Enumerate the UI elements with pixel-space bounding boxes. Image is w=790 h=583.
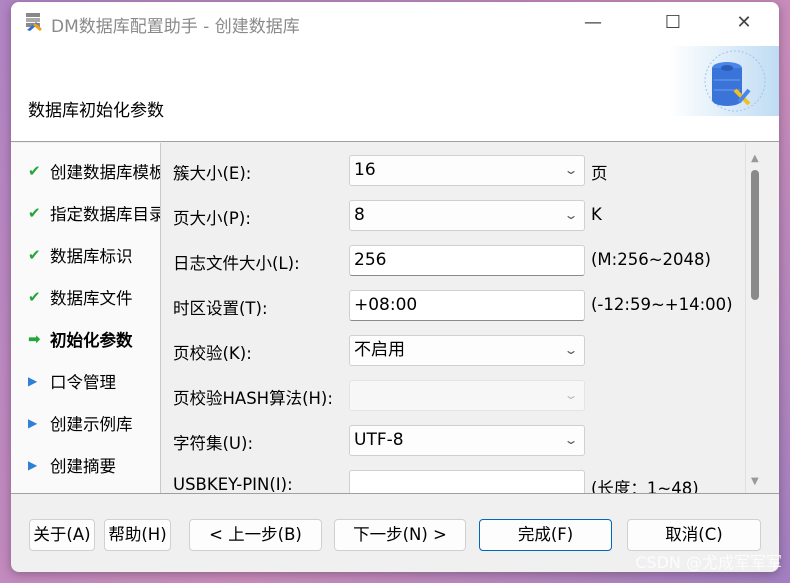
field-label: 页校验HASH算法(H): xyxy=(173,389,333,408)
dialog-window: DM数据库配置助手 - 创建数据库 — ☐ ✕ 数据库初始化参数 ✔ 创建数据库模… xyxy=(11,2,779,572)
hash-algo-select: ⌄ xyxy=(349,380,585,411)
page-size-row: 页大小(P): 8 ⌄ K xyxy=(161,200,745,231)
field-value: 16 xyxy=(354,160,376,180)
step-label: 数据库标识 xyxy=(50,247,133,266)
cluster-size-select[interactable]: 16 ⌄ xyxy=(349,155,585,186)
close-button[interactable]: ✕ xyxy=(729,10,759,36)
header: 数据库初始化参数 xyxy=(11,44,779,142)
step-password: ▶ 口令管理 xyxy=(28,369,116,393)
page-check-row: 页校验(K): 不启用 ⌄ xyxy=(161,335,745,366)
chevron-down-icon: ⌄ xyxy=(563,163,579,177)
check-icon: ✔ xyxy=(28,162,41,180)
cancel-button[interactable]: 取消(C) xyxy=(627,519,761,551)
minimize-button[interactable]: — xyxy=(578,10,608,36)
step-label: 指定数据库目录 xyxy=(50,205,161,224)
step-label: 初始化参数 xyxy=(50,331,133,350)
triangle-right-icon: ▶ xyxy=(28,416,38,430)
step-db-directory: ✔ 指定数据库目录 xyxy=(28,201,161,225)
timezone-row: 时区设置(T): +08:00 (-12:59~+14:00) xyxy=(161,290,745,321)
field-label: 页校验(K): xyxy=(173,344,252,363)
window-title: DM数据库配置助手 - 创建数据库 xyxy=(51,17,300,37)
app-icon xyxy=(26,13,42,32)
field-label: 时区设置(T): xyxy=(173,299,268,318)
chevron-down-icon: ⌄ xyxy=(563,343,579,357)
maximize-button[interactable]: ☐ xyxy=(658,10,688,36)
step-label: 口令管理 xyxy=(50,373,116,392)
field-label: 日志文件大小(L): xyxy=(173,254,300,273)
scroll-up-icon[interactable]: ▲ xyxy=(751,153,759,164)
field-label: 簇大小(E): xyxy=(173,164,252,183)
hash-algo-row: 页校验HASH算法(H): ⌄ xyxy=(161,380,745,411)
params-form: 簇大小(E): 16 ⌄ 页 页大小(P): 8 ⌄ K 日志文件大小(L): 256 (M:2… xyxy=(161,143,745,493)
step-label: 创建示例库 xyxy=(50,415,133,434)
step-init-params: ➡ 初始化参数 xyxy=(28,327,133,351)
watermark: CSDN @尤成军军军 xyxy=(635,553,782,572)
triangle-right-icon: ▶ xyxy=(28,458,38,472)
chevron-down-icon: ⌄ xyxy=(563,208,579,222)
prev-button[interactable]: < 上一步(B) xyxy=(189,519,322,551)
page-title: 数据库初始化参数 xyxy=(28,101,164,121)
arrow-right-icon: ➡ xyxy=(28,330,41,348)
check-icon: ✔ xyxy=(28,204,41,222)
scrollbar-thumb[interactable] xyxy=(751,170,759,300)
step-db-identity: ✔ 数据库标识 xyxy=(28,243,133,267)
check-icon: ✔ xyxy=(28,246,41,264)
field-label: 页大小(P): xyxy=(173,209,251,228)
scroll-down-icon[interactable]: ▼ xyxy=(751,476,759,487)
vertical-scrollbar[interactable]: ▲ ▼ xyxy=(745,143,765,493)
field-unit: (长度：1~48) xyxy=(591,479,699,493)
field-label: 字符集(U): xyxy=(173,434,254,453)
step-db-files: ✔ 数据库文件 xyxy=(28,285,133,309)
cluster-size-row: 簇大小(E): 16 ⌄ 页 xyxy=(161,155,745,186)
step-sample-db: ▶ 创建示例库 xyxy=(28,411,133,435)
field-unit: 页 xyxy=(591,164,608,183)
title-bar: DM数据库配置助手 - 创建数据库 — ☐ ✕ xyxy=(11,2,779,44)
triangle-right-icon: ▶ xyxy=(28,374,38,388)
next-button[interactable]: 下一步(N) > xyxy=(334,519,466,551)
database-banner-icon xyxy=(669,46,779,116)
field-unit: (-12:59~+14:00) xyxy=(591,295,733,314)
page-check-select[interactable]: 不启用 ⌄ xyxy=(349,335,585,366)
step-summary: ▶ 创建摘要 xyxy=(28,453,116,477)
page-size-select[interactable]: 8 ⌄ xyxy=(349,200,585,231)
field-unit: (M:256~2048) xyxy=(591,250,711,269)
field-value: 不启用 xyxy=(354,340,405,360)
step-label: 创建摘要 xyxy=(50,457,116,476)
about-button[interactable]: 关于(A) xyxy=(29,519,95,551)
chevron-down-icon: ⌄ xyxy=(563,388,579,402)
charset-select[interactable]: UTF-8 ⌄ xyxy=(349,425,585,456)
finish-button[interactable]: 完成(F) xyxy=(479,519,612,551)
charset-row: 字符集(U): UTF-8 ⌄ xyxy=(161,425,745,456)
step-label: 创建数据库模板 xyxy=(50,163,161,182)
field-value: UTF-8 xyxy=(354,430,404,450)
step-create-template: ✔ 创建数据库模板 xyxy=(28,159,161,183)
log-size-input[interactable]: 256 xyxy=(349,245,585,276)
usbkey-pin-row: USBKEY-PIN(I): (长度：1~48) xyxy=(161,470,745,493)
field-value: 8 xyxy=(354,205,365,225)
step-label: 数据库文件 xyxy=(50,289,133,308)
field-unit: K xyxy=(591,205,602,224)
field-label: USBKEY-PIN(I): xyxy=(173,475,293,493)
wizard-steps: ✔ 创建数据库模板 ✔ 指定数据库目录 ✔ 数据库标识 ✔ 数据库文件 ➡ 初始化参数 ▶… xyxy=(11,143,161,493)
chevron-down-icon: ⌄ xyxy=(563,433,579,447)
usbkey-pin-input[interactable] xyxy=(349,470,585,493)
timezone-input[interactable]: +08:00 xyxy=(349,290,585,321)
help-button[interactable]: 帮助(H) xyxy=(104,519,171,551)
check-icon: ✔ xyxy=(28,288,41,306)
log-size-row: 日志文件大小(L): 256 (M:256~2048) xyxy=(161,245,745,276)
